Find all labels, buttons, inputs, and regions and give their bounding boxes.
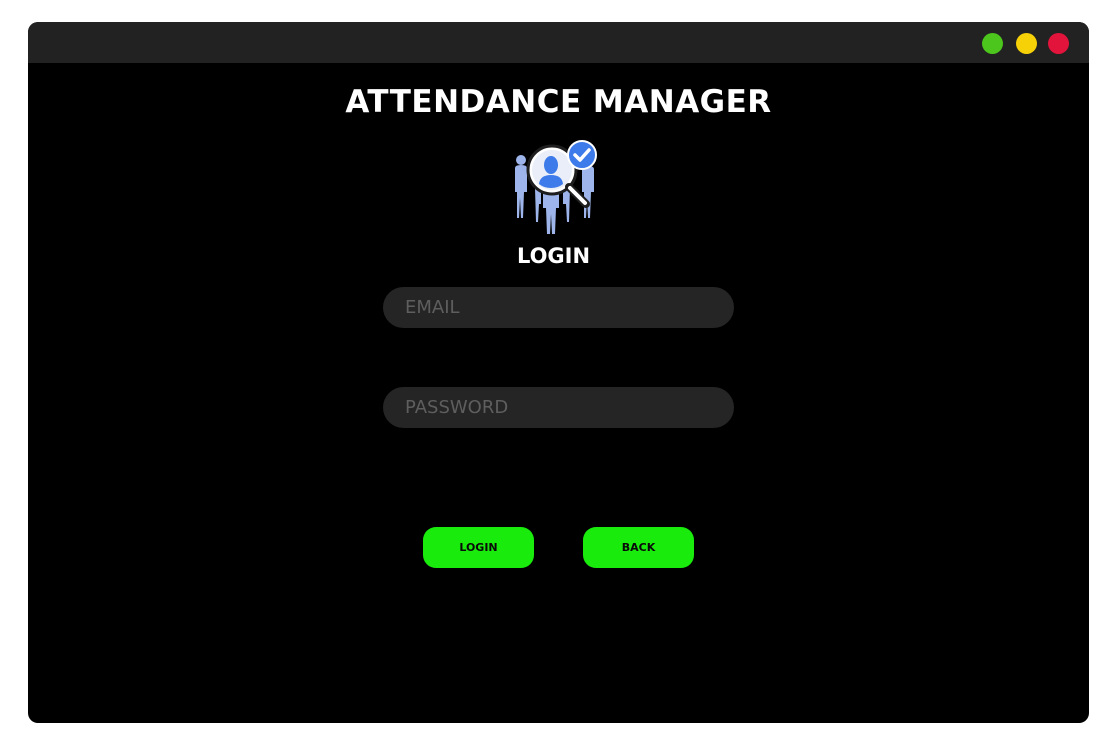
minimize-button[interactable] xyxy=(1016,33,1037,54)
title-bar[interactable] xyxy=(28,22,1089,63)
app-window: ATTENDANCE MANAGER LOGIN LOGIN BACK xyxy=(28,22,1089,723)
password-field[interactable] xyxy=(383,387,734,428)
close-button[interactable] xyxy=(1048,33,1069,54)
login-heading: LOGIN xyxy=(516,244,591,268)
back-button[interactable]: BACK xyxy=(583,527,694,568)
attendance-people-magnifier-icon xyxy=(515,140,597,234)
email-field[interactable] xyxy=(383,287,734,328)
maximize-button[interactable] xyxy=(982,33,1003,54)
login-button[interactable]: LOGIN xyxy=(423,527,534,568)
app-title: ATTENDANCE MANAGER xyxy=(345,84,772,120)
